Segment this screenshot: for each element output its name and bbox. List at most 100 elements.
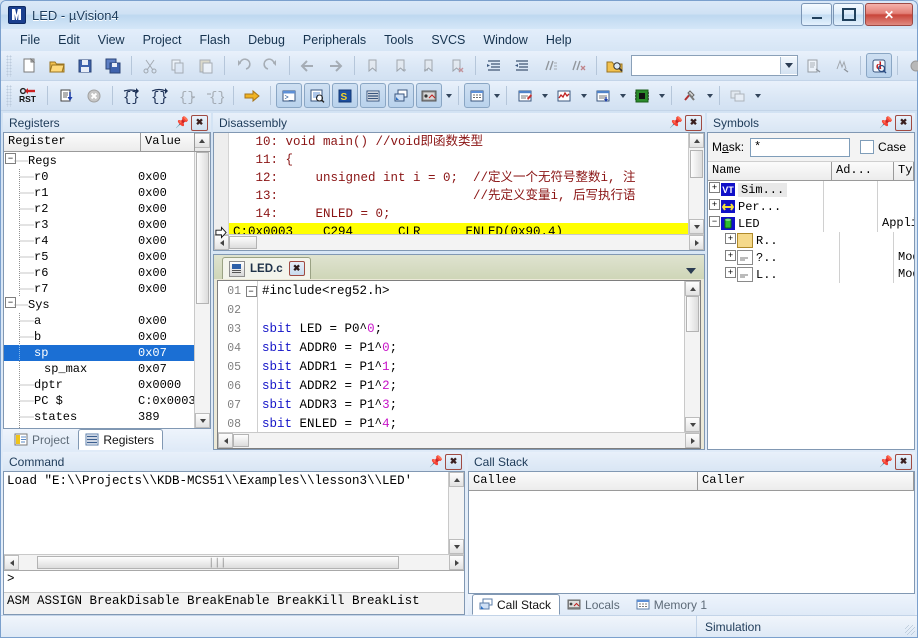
menu-flash[interactable]: Flash <box>190 31 239 49</box>
editor-scroll-up-button[interactable] <box>685 281 700 296</box>
debug-restore-views-icon[interactable] <box>725 83 751 108</box>
redo-icon[interactable] <box>258 53 284 78</box>
command-window-icon[interactable]: >_ <box>276 83 302 108</box>
disassembly-scroll-up-button[interactable] <box>689 133 704 148</box>
editor-scroll-down-button[interactable] <box>685 417 700 432</box>
register-row-r2[interactable]: r2 0x00 <box>4 201 194 217</box>
close-icon[interactable]: ✖ <box>445 454 462 470</box>
disassembly-scroll-thumb[interactable] <box>690 150 703 178</box>
serial-window-icon[interactable] <box>512 83 538 108</box>
disassembly-hscroll-thumb[interactable] <box>229 236 257 249</box>
registers-header-scroll-up[interactable] <box>195 133 210 148</box>
close-icon[interactable]: ✖ <box>895 115 912 131</box>
close-icon[interactable]: ✖ <box>895 454 912 470</box>
register-row-r3[interactable]: r3 0x00 <box>4 217 194 233</box>
show-next-statement-icon[interactable] <box>239 83 265 108</box>
menu-peripherals[interactable]: Peripherals <box>294 31 375 49</box>
copy-icon[interactable] <box>165 53 191 78</box>
minimize-button[interactable] <box>801 3 832 26</box>
column-type[interactable]: Type <box>894 162 914 180</box>
register-row-sp[interactable]: sp 0x07 <box>4 345 194 361</box>
indent-icon[interactable] <box>481 53 507 78</box>
register-row-r7[interactable]: r7 0x00 <box>4 281 194 297</box>
run-icon[interactable] <box>53 83 79 108</box>
column-name[interactable]: Name <box>708 162 832 180</box>
registers-scroll-thumb[interactable] <box>196 152 209 304</box>
menu-window[interactable]: Window <box>474 31 536 49</box>
register-row-sp-max[interactable]: sp_max 0x07 <box>4 361 194 377</box>
registers-window-icon[interactable] <box>360 83 386 108</box>
column-caller[interactable]: Caller <box>698 472 914 490</box>
analysis-window-icon[interactable] <box>551 83 577 108</box>
stop-icon[interactable] <box>81 83 107 108</box>
bookmark-clear-icon[interactable] <box>444 53 470 78</box>
editor-tab-led-c[interactable]: LED.c ✖ <box>222 257 311 279</box>
editor-hscroll-thumb[interactable] <box>233 434 249 447</box>
editor-scroll-track[interactable] <box>685 296 700 417</box>
trace-window-icon[interactable] <box>590 83 616 108</box>
editor-horizontal-scrollbar[interactable] <box>218 432 700 448</box>
expand-toggle-icon[interactable]: + <box>709 199 720 210</box>
bookmark-next-icon[interactable] <box>416 53 442 78</box>
registers-scroll-down-button[interactable] <box>195 413 210 428</box>
navigate-back-icon[interactable] <box>295 53 321 78</box>
command-scroll-up-button[interactable] <box>449 472 464 487</box>
menu-help[interactable]: Help <box>537 31 581 49</box>
symbol-row-question[interactable]: + ?.. Module <box>708 249 914 266</box>
call-stack-window-icon[interactable] <box>388 83 414 108</box>
toolbar-grip[interactable] <box>6 55 12 77</box>
pin-icon[interactable]: 📌 <box>175 115 189 130</box>
new-file-icon[interactable] <box>16 53 42 78</box>
step-over-icon[interactable]: {} <box>146 83 172 108</box>
registers-tree[interactable]: − Regs r0 0x00 r1 <box>4 152 194 428</box>
callstack-rows[interactable] <box>469 491 914 593</box>
bookmark-prev-icon[interactable] <box>388 53 414 78</box>
command-scroll-down-button[interactable] <box>449 539 464 554</box>
expand-toggle-icon[interactable]: + <box>725 267 736 278</box>
comment-icon[interactable] <box>537 53 563 78</box>
collapse-toggle-icon[interactable]: − <box>709 216 720 227</box>
command-scroll-track[interactable] <box>449 487 464 539</box>
menu-file[interactable]: File <box>11 31 49 49</box>
expand-toggle-icon[interactable]: + <box>725 233 736 244</box>
register-row-r6[interactable]: r6 0x00 <box>4 265 194 281</box>
system-viewer-dropdown-icon[interactable] <box>656 84 667 107</box>
register-row-states[interactable]: states 389 <box>4 409 194 425</box>
serial-dropdown-icon[interactable] <box>539 84 550 107</box>
register-row-r1[interactable]: r1 0x00 <box>4 185 194 201</box>
register-row-b[interactable]: b 0x00 <box>4 329 194 345</box>
pin-icon[interactable]: 📌 <box>879 115 893 130</box>
find-in-files-icon[interactable] <box>602 53 628 78</box>
menu-debug[interactable]: Debug <box>239 31 294 49</box>
tab-memory-1[interactable]: Memory 1 <box>629 594 716 615</box>
disassembly-scroll-right-button[interactable] <box>689 235 704 250</box>
disassembly-window-icon[interactable] <box>304 83 330 108</box>
step-out-icon[interactable]: {} <box>174 83 200 108</box>
editor-vertical-scrollbar[interactable] <box>684 281 700 432</box>
close-icon[interactable]: ✖ <box>685 115 702 131</box>
memory-dropdown-icon[interactable] <box>491 84 502 107</box>
column-callee[interactable]: Callee <box>469 472 698 490</box>
debug-session-icon[interactable]: d <box>866 53 892 78</box>
command-scroll-right-button[interactable] <box>449 555 464 570</box>
disassembly-hscroll-track[interactable] <box>229 235 689 250</box>
disassembly-code[interactable]: 10: void main() //void即函数类型 11: { 12: un… <box>229 133 688 234</box>
symbol-row-r[interactable]: + R.. <box>708 232 914 249</box>
editor-hscroll-track[interactable] <box>233 433 685 448</box>
navigate-forward-icon[interactable] <box>323 53 349 78</box>
save-icon[interactable] <box>72 53 98 78</box>
menu-view[interactable]: View <box>89 31 134 49</box>
paste-icon[interactable] <box>193 53 219 78</box>
command-hscroll-thumb[interactable]: │││ <box>37 556 399 569</box>
debug-toolbar-grip[interactable] <box>6 85 12 107</box>
maximize-button[interactable] <box>833 3 864 26</box>
menu-project[interactable]: Project <box>134 31 191 49</box>
symbols-window-icon[interactable]: S <box>332 83 358 108</box>
column-value[interactable]: Value <box>141 133 195 151</box>
pin-icon[interactable]: 📌 <box>879 454 893 469</box>
menu-tools[interactable]: Tools <box>375 31 422 49</box>
fold-toggle-icon[interactable]: − <box>246 286 257 297</box>
pin-icon[interactable]: 📌 <box>429 454 443 469</box>
register-row-r0[interactable]: r0 0x00 <box>4 169 194 185</box>
symbol-row-sim[interactable]: + VT Sim... <box>708 181 914 198</box>
